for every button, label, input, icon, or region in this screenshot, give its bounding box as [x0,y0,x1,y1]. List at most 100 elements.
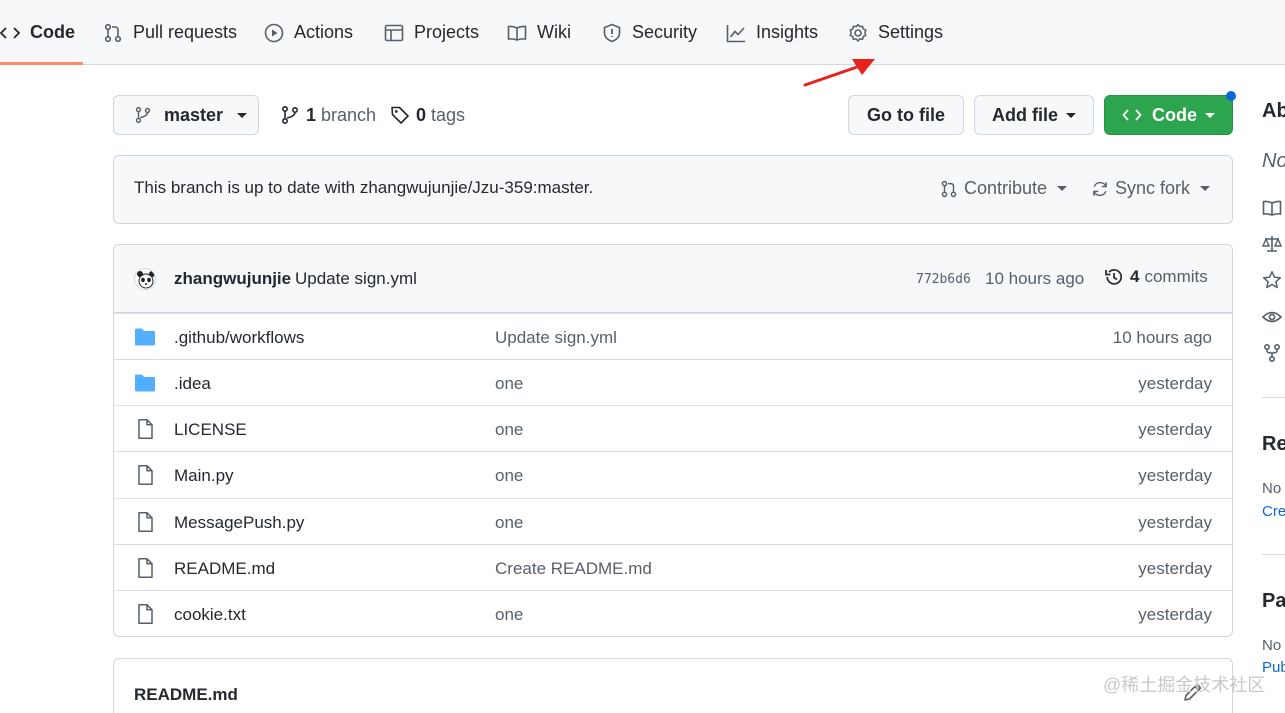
contribute-button[interactable]: Contribute [940,178,1068,199]
sync-fork-button[interactable]: Sync fork [1091,178,1211,199]
packages-link[interactable]: Pub [1262,659,1285,676]
tab-pull-requests-label: Pull requests [133,22,238,42]
table-row[interactable]: .github/workflows Update sign.yml 10 hou… [114,313,1232,359]
commits-link[interactable]: 4 commits [1104,267,1208,287]
avatar-panda-icon [137,271,155,289]
star-icon[interactable] [1262,270,1282,290]
branch-select-label: master [164,104,224,125]
graph-icon [726,24,745,42]
file-commit-message[interactable]: one [495,420,523,440]
sidebar-divider [1262,397,1285,398]
tags-link[interactable]: 0 tags [390,100,465,130]
commit-author[interactable]: zhangwujunjie [174,269,291,289]
releases-text: No [1262,480,1282,497]
git-branch-icon [281,105,299,125]
branch-label: branch [321,104,377,125]
tab-projects[interactable]: Projects [384,0,479,65]
avatar[interactable] [134,268,156,290]
file-age: 10 hours ago [1112,328,1212,347]
file-commit-message[interactable]: one [495,466,523,486]
tag-label: tags [431,104,466,125]
shield-icon [603,23,621,42]
file-icon [138,604,153,624]
about-heading: Ab [1262,100,1285,122]
file-icon [138,558,153,578]
code-icon [1122,109,1142,121]
table-row[interactable]: MessagePush.py one yesterday [114,498,1232,544]
packages-heading[interactable]: Pa [1262,590,1285,613]
tab-actions[interactable]: Actions [264,0,353,65]
table-row[interactable]: README.md Create README.md yesterday [114,544,1232,590]
law-scale-icon[interactable] [1262,234,1282,254]
file-age: yesterday [1138,513,1212,532]
file-age: yesterday [1138,374,1212,393]
tab-security[interactable]: Security [602,0,697,65]
chevron-down-icon [1066,112,1076,118]
tab-projects-label: Projects [414,22,480,42]
sync-icon [1093,181,1107,196]
go-to-file-label: Go to file [867,104,945,125]
file-commit-message[interactable]: one [495,605,523,625]
commit-message[interactable]: Update sign.yml [295,269,417,289]
releases-heading[interactable]: Re [1262,433,1285,456]
fork-icon[interactable] [1262,343,1282,363]
book-icon [507,25,527,41]
latest-commit-bar: zhangwujunjie Update sign.yml 772b6d6 10… [114,245,1232,313]
chevron-down-icon [1057,186,1068,191]
code-button[interactable]: Code [1104,95,1233,135]
branches-link[interactable]: 1 branch [280,100,376,130]
file-commit-message[interactable]: one [495,374,523,394]
add-file-button[interactable]: Add file [974,95,1094,135]
commit-sha[interactable]: 772b6d6 [916,272,971,287]
table-row[interactable]: .idea one yesterday [114,359,1232,405]
folder-icon [135,328,155,346]
file-name[interactable]: MessagePush.py [174,513,304,533]
eye-icon[interactable] [1262,307,1282,327]
repo-nav: Code Pull requests Actions Projects Wiki… [0,0,1285,65]
folder-icon [135,374,155,392]
chevron-down-icon [1200,186,1211,191]
sidebar-divider [1262,554,1285,555]
file-name[interactable]: README.md [174,559,275,579]
tag-count: 0 [416,104,427,125]
branch-status-text: This branch is up to date with zhangwuju… [134,178,594,197]
sync-fork-label: Sync fork [1115,178,1191,198]
table-row[interactable]: LICENSE one yesterday [114,405,1232,451]
file-name[interactable]: LICENSE [174,420,247,440]
tag-icon [391,106,409,124]
table-row[interactable]: Main.py one yesterday [114,451,1232,497]
pull-request-icon [104,23,122,42]
file-name[interactable]: .github/workflows [174,328,304,348]
file-icon [138,512,153,532]
tab-code[interactable]: Code [0,0,75,65]
file-commit-message[interactable]: one [495,513,523,533]
about-description: No [1262,150,1285,172]
file-name[interactable]: Main.py [174,466,234,486]
annotation-arrow-icon [803,59,875,87]
commit-count: 4 [1130,267,1140,286]
history-icon [1105,269,1123,285]
table-row[interactable]: cookie.txt one yesterday [114,590,1232,636]
book-icon[interactable] [1262,198,1282,218]
file-commit-message[interactable]: Create README.md [495,559,652,579]
branch-select-button[interactable]: master [113,95,259,135]
file-icon [138,419,153,439]
tab-actions-label: Actions [294,22,354,42]
tab-settings-label: Settings [878,22,944,42]
chevron-down-icon [1205,112,1215,118]
tab-security-label: Security [632,22,698,42]
tab-pull-requests[interactable]: Pull requests [103,0,237,65]
branch-count: 1 [306,104,317,125]
file-name[interactable]: .idea [174,374,211,394]
play-icon [264,23,284,42]
packages-text: No [1262,637,1282,654]
code-icon [0,26,20,39]
file-commit-message[interactable]: Update sign.yml [495,328,617,348]
file-age: yesterday [1138,420,1212,439]
releases-link[interactable]: Cre [1262,503,1285,520]
gear-icon [849,23,867,42]
chevron-down-icon [237,112,248,118]
file-name[interactable]: cookie.txt [174,605,246,625]
tab-wiki[interactable]: Wiki [507,0,571,65]
go-to-file-button[interactable]: Go to file [848,95,964,135]
